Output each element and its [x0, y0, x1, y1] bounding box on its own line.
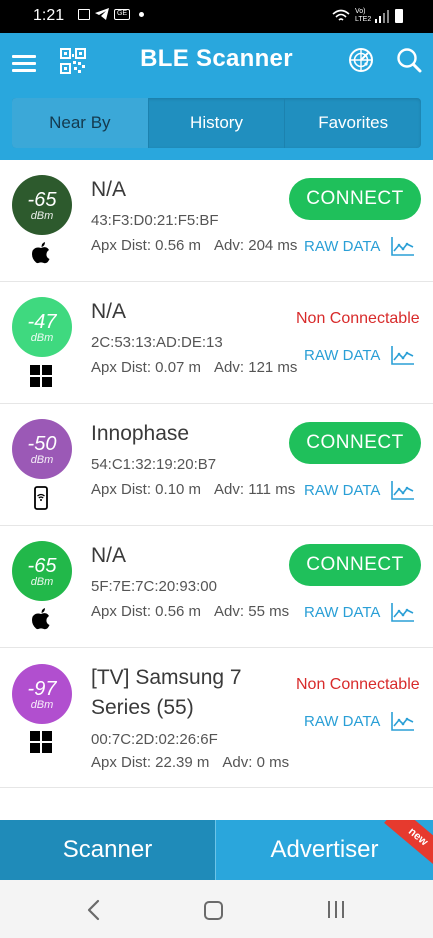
signal-strength-icon: [375, 10, 389, 23]
app-bar: BLE Scanner Near By History Favorites: [0, 33, 433, 160]
scan-tabs: Near By History Favorites: [12, 98, 421, 148]
rssi-value: -65: [27, 555, 57, 577]
status-system-icons: Vo) LTE2: [332, 8, 403, 24]
apple-icon: [32, 608, 50, 630]
chart-icon[interactable]: [391, 236, 415, 256]
battery-icon: [395, 9, 403, 23]
device-distance: Apx Dist: 0.56 m: [91, 237, 202, 254]
tab-favorites[interactable]: Favorites: [285, 98, 421, 148]
device-name-line-1: [TV] Samsung 7: [91, 666, 242, 689]
menu-icon[interactable]: [12, 53, 38, 73]
raw-data-link[interactable]: RAW DATA: [304, 713, 380, 730]
device-info: Apx Dist: 0.10 m Adv: 111 ms: [91, 481, 295, 498]
tab-scanner[interactable]: Scanner: [0, 820, 216, 880]
raw-data-link[interactable]: RAW DATA: [304, 482, 380, 499]
bottom-tabs: Scanner Advertiser new: [0, 820, 433, 880]
chart-icon[interactable]: [391, 711, 415, 731]
rssi-badge: -65 dBm: [12, 175, 72, 235]
rssi-value: -97: [27, 678, 57, 700]
status-time: 1:21: [33, 7, 65, 24]
rssi-unit: dBm: [30, 454, 54, 466]
radar-icon[interactable]: [348, 47, 374, 73]
telegram-notification-icon: [95, 8, 109, 20]
device-adv-interval: Adv: 204 ms: [214, 237, 298, 254]
non-connectable-label: Non Connectable: [296, 676, 420, 693]
qr-code-icon[interactable]: [60, 48, 86, 74]
device-distance: Apx Dist: 0.10 m: [91, 481, 202, 498]
non-connectable-label: Non Connectable: [296, 310, 420, 327]
gallery-notification-icon: [78, 8, 90, 20]
device-adv-interval: Adv: 121 ms: [214, 359, 298, 376]
rssi-value: -65: [27, 189, 57, 211]
rssi-badge: -47 dBm: [12, 297, 72, 357]
device-adv-interval: Adv: 0 ms: [222, 754, 290, 771]
device-mac: 5F:7E:7C:20:93:00: [91, 578, 217, 595]
device-adv-interval: Adv: 111 ms: [214, 481, 296, 498]
device-row[interactable]: -47 dBm N/A 2C:53:13:AD:DE:13 Apx Dist: …: [0, 282, 433, 404]
recent-apps-icon[interactable]: [326, 901, 346, 919]
device-name: N/A: [91, 544, 127, 567]
search-icon[interactable]: [396, 47, 422, 73]
rssi-unit: dBm: [30, 699, 54, 711]
device-row[interactable]: -65 dBm N/A 5F:7E:7C:20:93:00 Apx Dist: …: [0, 526, 433, 648]
rssi-badge: -65 dBm: [12, 541, 72, 601]
device-info: Apx Dist: 0.56 m Adv: 55 ms: [91, 603, 289, 620]
device-name-line-2: Series (55): [91, 696, 194, 719]
device-name: Innophase: [91, 422, 190, 445]
home-icon[interactable]: [204, 901, 223, 920]
back-icon[interactable]: [84, 899, 104, 921]
device-mac: 2C:53:13:AD:DE:13: [91, 334, 223, 351]
raw-data-link[interactable]: RAW DATA: [304, 347, 380, 364]
tab-advertiser-label: Advertiser: [270, 836, 379, 863]
device-row[interactable]: -65 dBm N/A 43:F3:D0:21:F5:BF Apx Dist: …: [0, 160, 433, 282]
chart-icon[interactable]: [391, 602, 415, 622]
tab-advertiser[interactable]: Advertiser new: [216, 820, 433, 880]
ge-notification-icon: GE: [114, 8, 130, 20]
rssi-badge: -50 dBm: [12, 419, 72, 479]
rssi-unit: dBm: [30, 210, 54, 222]
device-distance: Apx Dist: 0.56 m: [91, 603, 202, 620]
rssi-badge: -97 dBm: [12, 664, 72, 724]
device-name: N/A: [91, 300, 127, 323]
device-mac: 43:F3:D0:21:F5:BF: [91, 212, 219, 229]
raw-data-link[interactable]: RAW DATA: [304, 238, 380, 255]
new-badge: new: [384, 820, 433, 868]
device-info: Apx Dist: 0.07 m Adv: 121 ms: [91, 359, 297, 376]
device-distance: Apx Dist: 0.07 m: [91, 359, 202, 376]
device-info: Apx Dist: 0.56 m Adv: 204 ms: [91, 237, 297, 254]
screen: 1:21 GE Vo) LTE2 BLE Scanner Near By His…: [0, 0, 433, 938]
rssi-value: -50: [27, 433, 57, 455]
tab-near-by[interactable]: Near By: [12, 98, 149, 148]
tab-history[interactable]: History: [149, 98, 286, 148]
chart-icon[interactable]: [391, 480, 415, 500]
connect-button[interactable]: CONNECT: [289, 422, 421, 464]
chart-icon[interactable]: [391, 345, 415, 365]
lte-indicator: Vo) LTE2: [355, 8, 372, 23]
device-mac: 00:7C:2D:02:26:6F: [91, 731, 218, 748]
raw-data-link[interactable]: RAW DATA: [304, 604, 380, 621]
apple-icon: [32, 242, 50, 264]
connect-button[interactable]: CONNECT: [289, 544, 421, 586]
status-notification-icons: GE: [78, 8, 144, 20]
status-bar: 1:21 GE Vo) LTE2: [0, 0, 433, 33]
device-info: Apx Dist: 22.39 m Adv: 0 ms: [91, 754, 289, 771]
device-name: N/A: [91, 178, 127, 201]
rssi-unit: dBm: [30, 576, 54, 588]
system-nav-bar: [0, 880, 433, 938]
rssi-unit: dBm: [30, 332, 54, 344]
wifi-icon: [332, 9, 350, 21]
windows-icon: [30, 365, 52, 387]
windows-icon: [30, 731, 52, 753]
device-list: -65 dBm N/A 43:F3:D0:21:F5:BF Apx Dist: …: [0, 160, 433, 820]
device-adv-interval: Adv: 55 ms: [214, 603, 290, 620]
device-distance: Apx Dist: 22.39 m: [91, 754, 210, 771]
phone-wifi-icon: [34, 486, 48, 510]
device-row[interactable]: -50 dBm Innophase 54:C1:32:19:20:B7 Apx …: [0, 404, 433, 526]
more-notifications-dot-icon: [139, 11, 144, 17]
device-row[interactable]: -97 dBm [TV] Samsung 7 Series (55) 00:7C…: [0, 648, 433, 788]
connect-button[interactable]: CONNECT: [289, 178, 421, 220]
rssi-value: -47: [27, 311, 57, 333]
device-mac: 54:C1:32:19:20:B7: [91, 456, 217, 473]
